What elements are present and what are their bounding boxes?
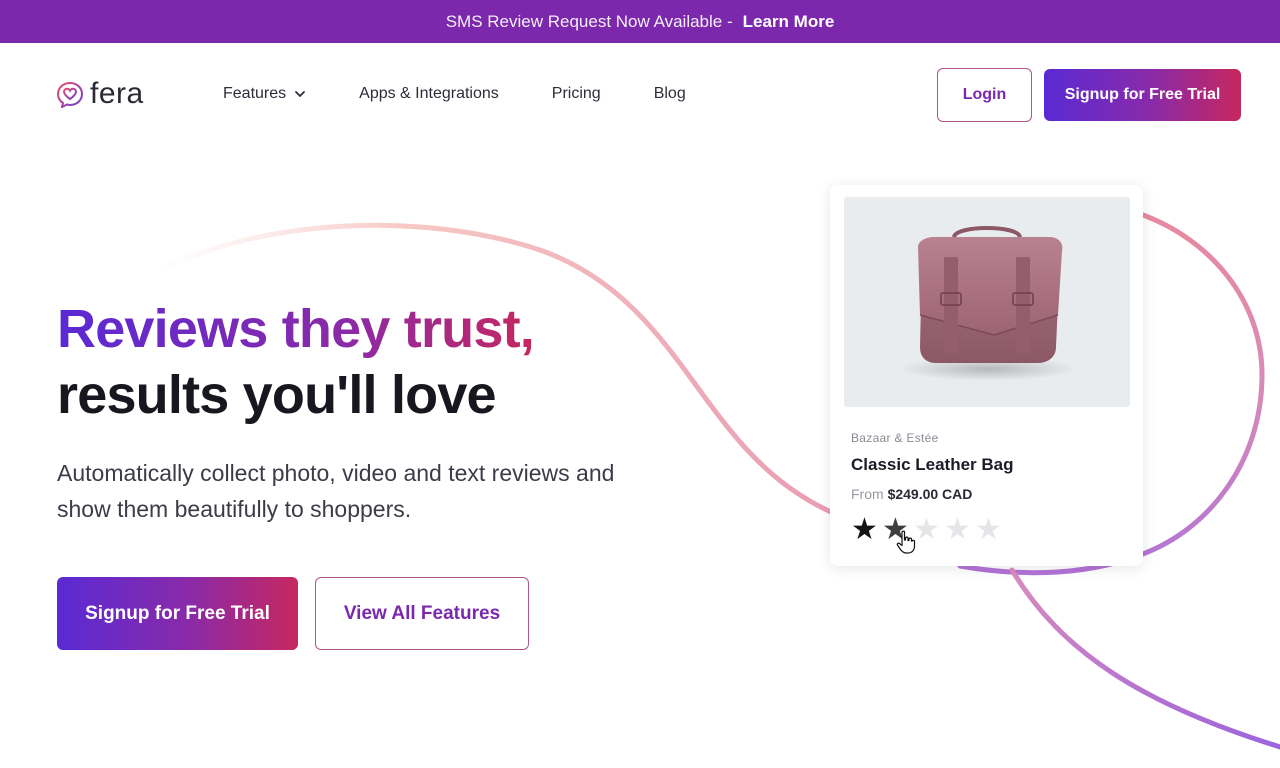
nav-item-apps-integrations[interactable]: Apps & Integrations <box>359 85 499 103</box>
hero-title: Reviews they trust, results you'll love <box>57 296 535 428</box>
announcement-text: SMS Review Request Now Available - <box>445 11 733 31</box>
product-brand: Bazaar & Estée <box>851 431 939 445</box>
hero-subtitle: Automatically collect photo, video and t… <box>57 460 615 522</box>
nav-item-label: Pricing <box>551 85 601 102</box>
chevron-down-icon <box>295 91 306 97</box>
product-card: Bazaar & Estée Classic Leather Bag From … <box>830 185 1143 566</box>
nav-item-features[interactable]: Features <box>223 85 306 103</box>
price-value: $249.00 CAD <box>887 486 973 502</box>
hand-pointer-icon <box>896 530 916 554</box>
product-image <box>844 197 1130 407</box>
signup-button-header[interactable]: Signup for Free Trial <box>1044 69 1241 121</box>
announcement-bar: SMS Review Request Now Available - Learn… <box>0 0 1280 43</box>
learn-more-link[interactable]: Learn More <box>743 12 835 32</box>
product-name[interactable]: Classic Leather Bag <box>851 455 1014 475</box>
nav-item-pricing[interactable]: Pricing <box>552 85 601 103</box>
price-prefix: From <box>851 486 884 502</box>
star-icon[interactable]: ★ <box>942 515 973 545</box>
star-icon[interactable]: ★ <box>849 515 880 545</box>
logo-text: fera <box>90 77 144 110</box>
login-button[interactable]: Login <box>937 68 1032 122</box>
view-features-button[interactable]: View All Features <box>315 577 529 650</box>
product-price: From $249.00 CAD <box>851 486 972 502</box>
nav-item-label: Blog <box>653 85 686 102</box>
leather-bag-image <box>844 197 1130 407</box>
nav-menu: Features Apps & Integrations Pricing Blo… <box>223 85 739 103</box>
hero-title-highlight: Reviews they trust, <box>57 296 535 362</box>
hero-title-rest: results you'll love <box>57 365 497 425</box>
nav-item-blog[interactable]: Blog <box>654 85 686 103</box>
logo[interactable]: fera <box>56 77 144 110</box>
signup-button-hero[interactable]: Signup for Free Trial <box>57 577 298 650</box>
star-rating[interactable]: ★ ★ ★ ★ ★ <box>849 515 1004 545</box>
heart-chat-icon <box>56 81 84 108</box>
star-icon[interactable]: ★ <box>973 515 1004 545</box>
main-nav: fera Features Apps & Integrations Pricin… <box>0 43 1280 147</box>
nav-item-label: Features <box>223 85 287 102</box>
nav-item-label: Apps & Integrations <box>359 85 499 102</box>
